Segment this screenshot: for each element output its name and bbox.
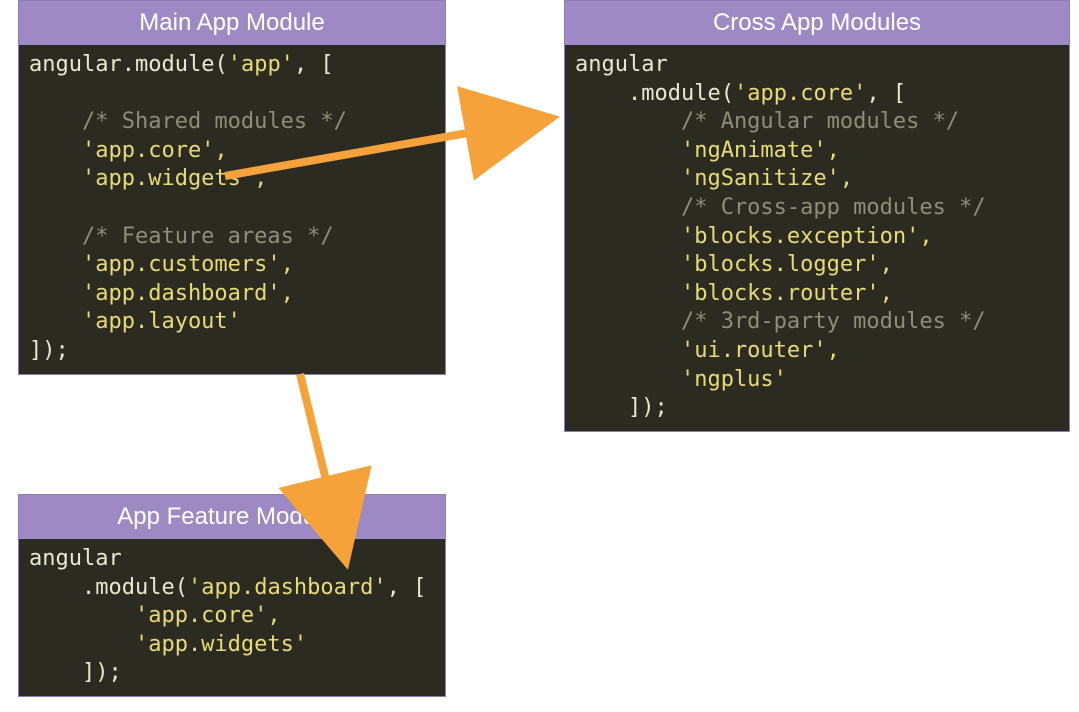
code-token: module [95,575,174,600]
code-token: ( [214,52,227,77]
code-token: module [135,52,214,77]
code-comment: /* Feature areas */ [29,224,334,249]
code-token: ]); [575,395,668,420]
cross-app-modules-title: Cross App Modules [565,1,1069,45]
code-token: . [29,575,95,600]
code-token: ( [721,81,734,106]
code-token: 'app.widgets' [29,632,307,657]
code-token: 'app' [228,52,294,77]
code-token: 'ngAnimate', [575,138,840,163]
main-app-module-code: angular.module('app', [ /* Shared module… [19,45,445,374]
code-token: 'app.core', [29,603,281,628]
app-feature-modules-title: App Feature Modules [19,495,445,539]
code-token: , [ [294,52,334,77]
code-token: 'app.customers', [29,252,294,277]
code-token: ( [175,575,188,600]
main-app-module-title: Main App Module [19,1,445,45]
code-token: angular [575,52,668,77]
code-token: 'app.widgets', [29,166,267,191]
code-token: 'blocks.exception', [575,224,933,249]
code-token: 'ngSanitize', [575,166,853,191]
code-token: 'ngplus' [575,367,787,392]
code-token: module [641,81,720,106]
code-token: , [ [387,575,427,600]
code-token: angular [29,52,122,77]
code-token: ]); [29,660,122,685]
code-token: 'app.core' [734,81,866,106]
code-token: . [575,81,641,106]
code-comment: /* 3rd-party modules */ [575,309,986,334]
code-token: . [122,52,135,77]
app-feature-modules-code: angular .module('app.dashboard', [ 'app.… [19,539,445,696]
code-token: 'app.dashboard' [188,575,387,600]
main-app-module-panel: Main App Module angular.module('app', [ … [18,0,446,375]
code-token: 'app.dashboard', [29,281,294,306]
code-token: , [ [866,81,906,106]
code-token: 'blocks.logger', [575,252,893,277]
code-comment: /* Shared modules */ [29,109,347,134]
code-token: ]); [29,338,69,363]
code-token: 'app.core', [29,138,228,163]
app-feature-modules-panel: App Feature Modules angular .module('app… [18,494,446,697]
code-token: 'blocks.router', [575,281,893,306]
code-token: angular [29,546,122,571]
code-token: 'ui.router', [575,338,840,363]
cross-app-modules-code: angular .module('app.core', [ /* Angular… [565,45,1069,431]
code-comment: /* Angular modules */ [575,109,959,134]
cross-app-modules-panel: Cross App Modules angular .module('app.c… [564,0,1070,432]
code-token: 'app.layout' [29,309,241,334]
code-comment: /* Cross-app modules */ [575,195,986,220]
